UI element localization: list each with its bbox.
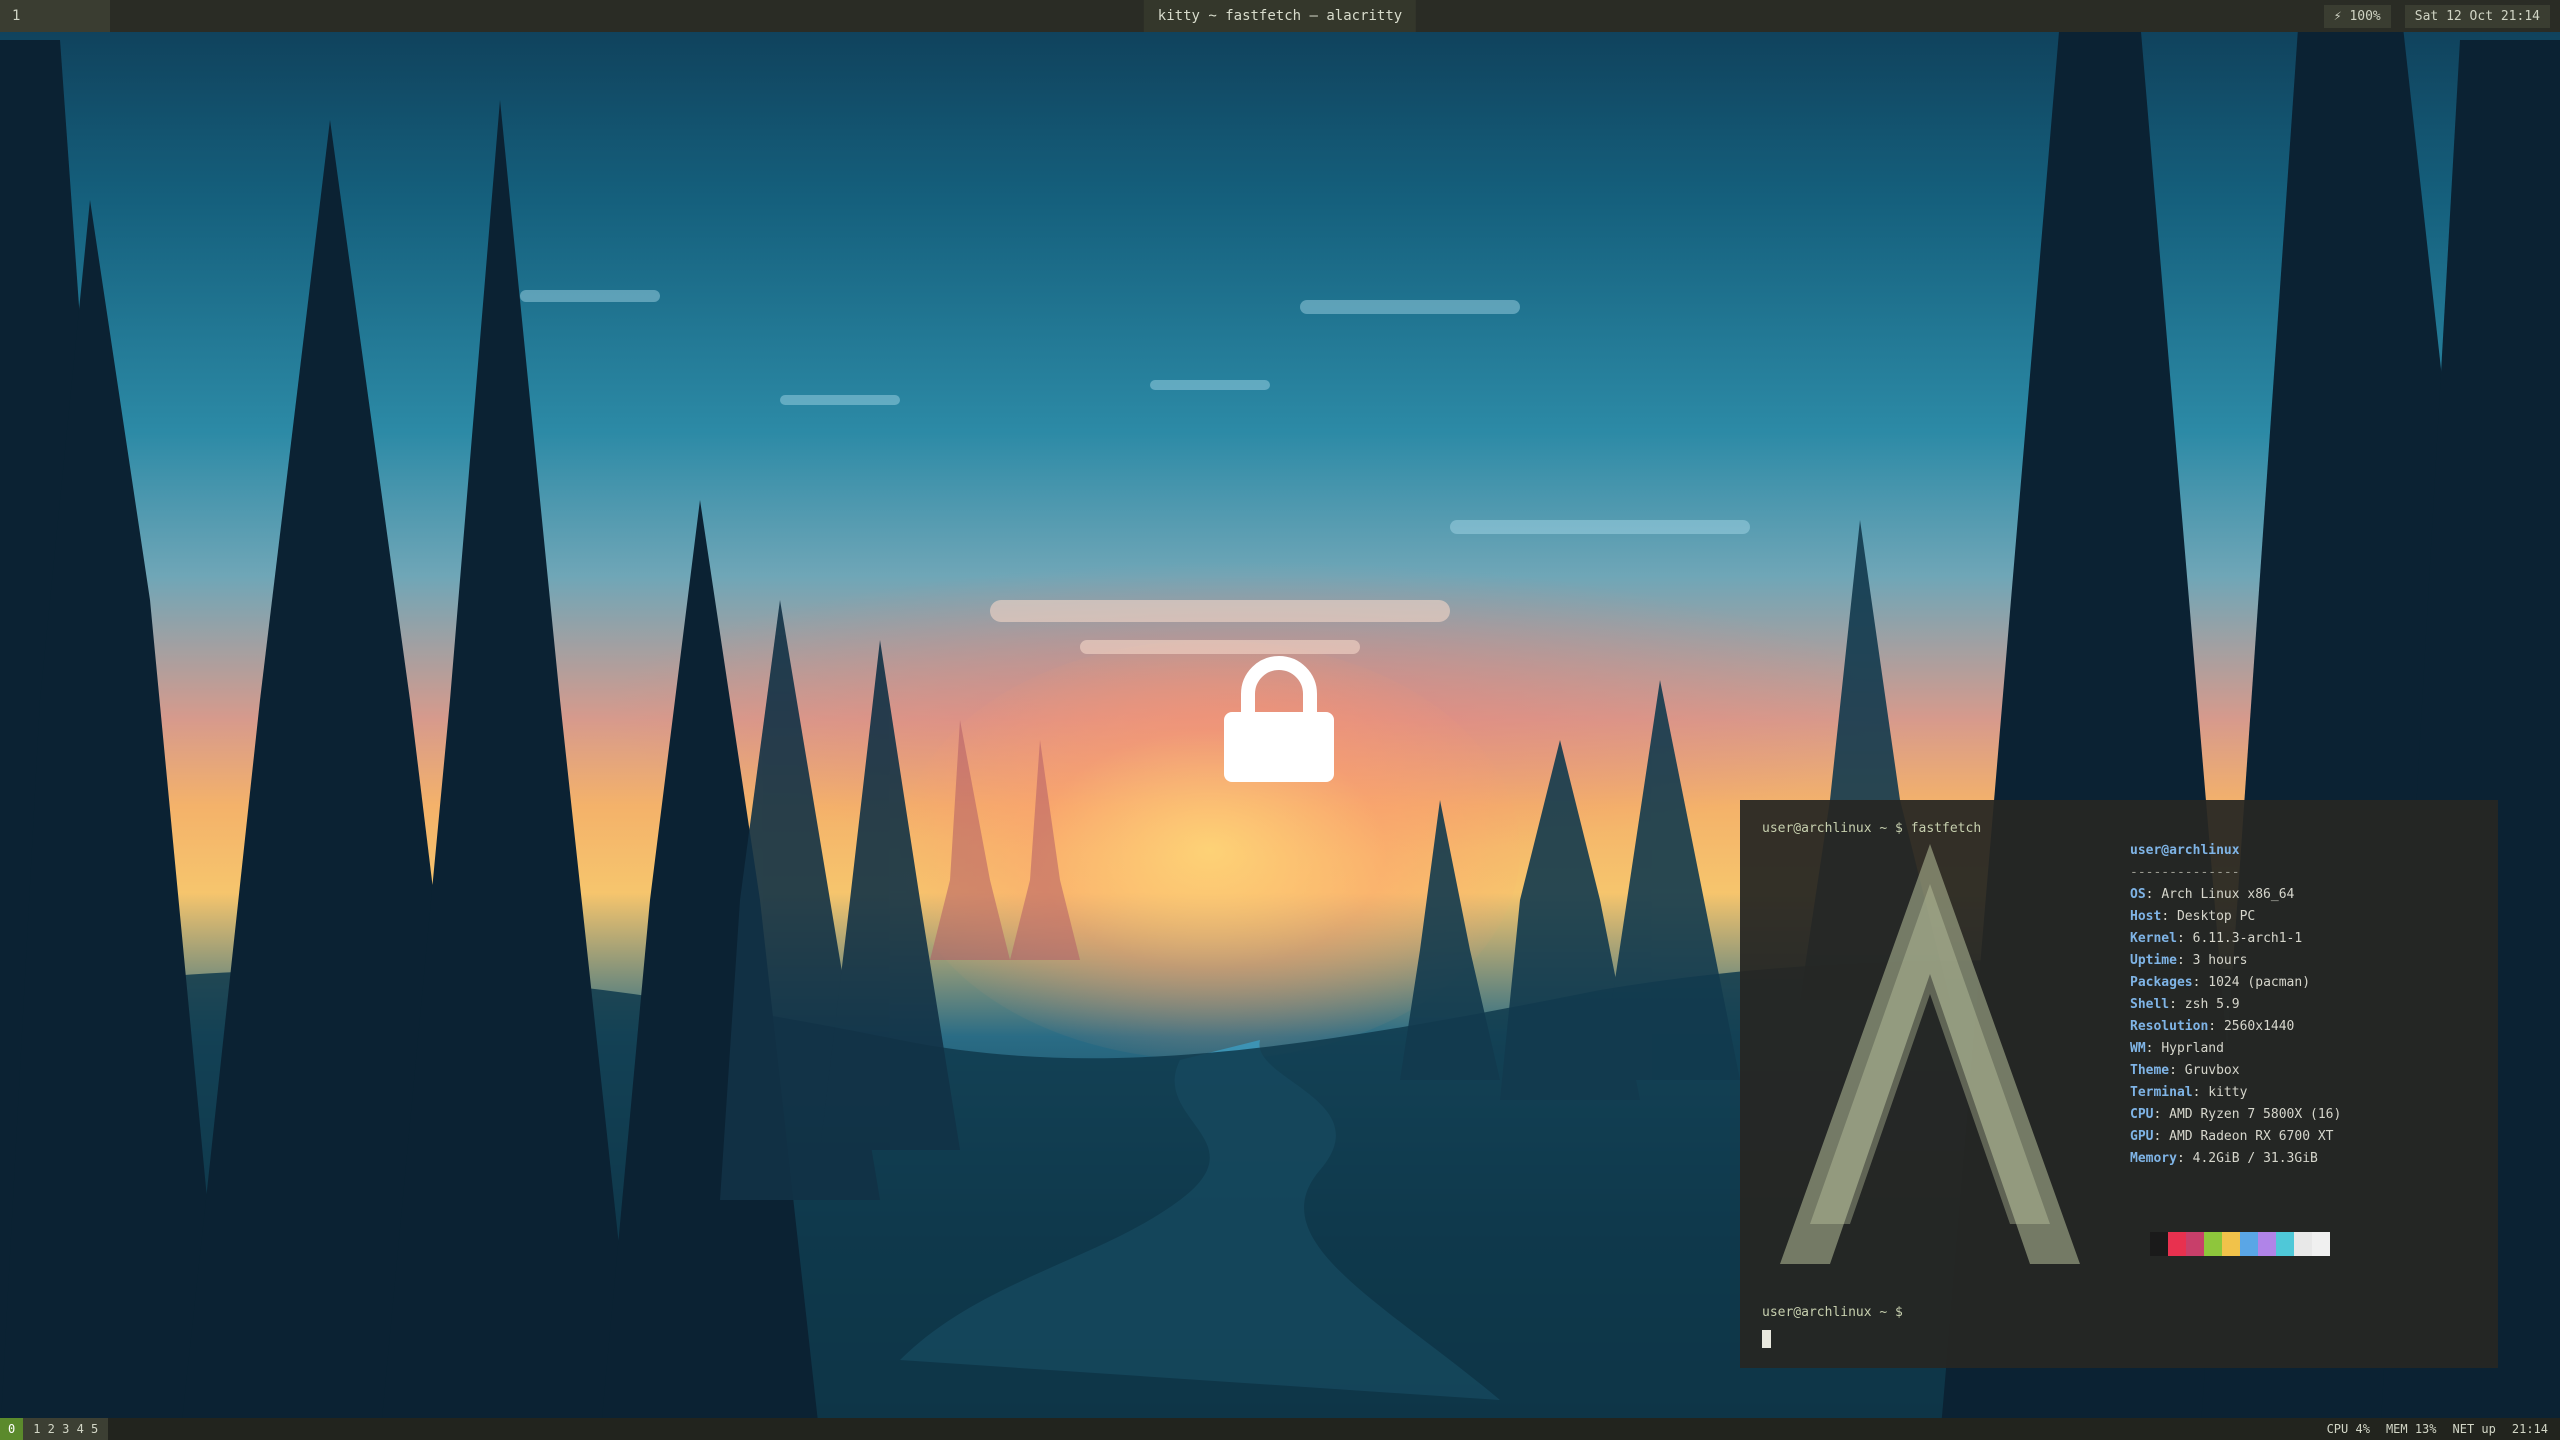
network-stat: NET up [2452,1422,2496,1436]
info-value: Hyprland [2161,1041,2224,1056]
info-row: Memory: 4.2GiB / 31.3GiB [2130,1151,2318,1166]
arch-linux-logo-icon [1780,844,2080,1264]
info-row: Host: Desktop PC [2130,909,2256,924]
info-value: zsh 5.9 [2184,997,2240,1012]
info-row: Kernel: 6.11.3-arch1-1 [2130,931,2303,946]
info-row: Theme: Gruvbox [2130,1063,2240,1078]
memory-stat: MEM 13% [2385,1422,2437,1436]
palette-swatch [2240,1232,2258,1256]
info-row: Shell: zsh 5.9 [2130,997,2240,1012]
palette-swatch [2204,1232,2222,1256]
info-row: Terminal: kitty [2130,1085,2248,1100]
info-value: AMD Ryzen 7 5800X (16) [2169,1107,2342,1122]
info-row: Resolution: 2560x1440 [2130,1019,2295,1034]
terminal-window[interactable]: user@archlinux ~ $ fastfetch user@archli… [1740,800,2498,1368]
top-status-bar: 1 kitty ~ fastfetch — alacritty ⚡ 100% S… [0,0,2560,32]
info-value: 1024 (pacman) [2208,975,2311,990]
palette-swatch [2150,1232,2168,1256]
info-row: Uptime: 3 hours [2130,953,2248,968]
info-key: Shell [2130,997,2170,1012]
text-cursor [1762,1329,1771,1348]
clock[interactable]: Sat 12 Oct 21:14 [2404,4,2550,28]
bottom-status-bar: 0 1 2 3 4 5 CPU 4% MEM 13% NET up 21:14 [0,1418,2560,1440]
info-key: OS [2130,887,2146,902]
info-key: Kernel [2130,931,2177,946]
workspace-tags[interactable]: 1 2 3 4 5 [23,1418,109,1440]
palette-swatch [2222,1232,2240,1256]
info-key: Terminal [2130,1085,2193,1100]
info-row: WM: Hyprland [2130,1041,2224,1056]
info-key: Packages [2130,975,2193,990]
info-row: OS: Arch Linux x86_64 [2130,887,2295,902]
info-value: Gruvbox [2184,1063,2240,1078]
info-value: 6.11.3-arch1-1 [2192,931,2303,946]
info-value: 3 hours [2192,953,2248,968]
prompt-text: user@archlinux ~ $ [1762,1305,1903,1320]
info-row: CPU: AMD Ryzen 7 5800X (16) [2130,1107,2342,1122]
palette-swatch [2258,1232,2276,1256]
info-key: Resolution [2130,1019,2209,1034]
system-info: user@archlinux -------------- OS: Arch L… [2130,840,2470,1170]
info-value: kitty [2208,1085,2248,1100]
palette-swatch [2294,1232,2312,1256]
info-header: user@archlinux [2130,843,2240,858]
info-key: Uptime [2130,953,2177,968]
bottom-clock: 21:14 [2511,1422,2548,1436]
info-separator: -------------- [2130,865,2240,880]
mode-indicator[interactable]: 0 [0,1418,24,1440]
info-key: Theme [2130,1063,2170,1078]
battery-status[interactable]: ⚡ 100% [2323,4,2391,28]
info-value: 2560x1440 [2223,1019,2295,1034]
workspace-indicator[interactable]: 1 [0,0,110,32]
palette-swatch [2168,1232,2186,1256]
info-row: Packages: 1024 (pacman) [2130,975,2311,990]
terminal-prompt-bottom[interactable]: user@archlinux ~ $ [1762,1302,1903,1350]
cpu-stat: CPU 4% [2326,1422,2370,1436]
info-value: Arch Linux x86_64 [2161,887,2295,902]
info-value: Desktop PC [2176,909,2256,924]
info-key: Host [2130,909,2162,924]
window-title: kitty ~ fastfetch — alacritty [1143,0,1417,32]
padlock-icon[interactable] [1222,656,1336,784]
palette-swatch [2186,1232,2204,1256]
info-key: CPU [2130,1107,2154,1122]
bottom-right-stats: CPU 4% MEM 13% NET up 21:14 [2327,1418,2560,1440]
palette-swatch [2312,1232,2330,1256]
top-right-tray: ⚡ 100% Sat 12 Oct 21:14 [2323,0,2560,32]
info-key: Memory [2130,1151,2177,1166]
info-value: AMD Radeon RX 6700 XT [2169,1129,2334,1144]
info-key: WM [2130,1041,2146,1056]
info-row: GPU: AMD Radeon RX 6700 XT [2130,1129,2334,1144]
info-value: 4.2GiB / 31.3GiB [2192,1151,2318,1166]
palette-swatch [2276,1232,2294,1256]
info-key: GPU [2130,1129,2154,1144]
terminal-prompt-top: user@archlinux ~ $ fastfetch [1762,821,1982,836]
color-palette [2150,1232,2330,1256]
